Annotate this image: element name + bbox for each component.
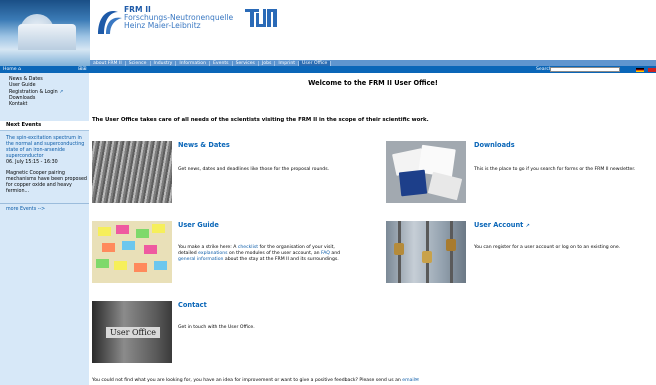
general-information-link[interactable]: general information [178,257,223,262]
search-input[interactable] [550,67,620,72]
contact-image[interactable]: User Office [92,301,172,363]
explanations-link[interactable]: explanations [198,251,227,256]
header: FRM II Forschungs-Neutronenquelle Heinz … [0,0,656,66]
user-account-heading-label: User Account [474,221,524,229]
home-icon: ⌂ [18,67,21,72]
user-guide-image[interactable] [92,221,172,283]
guide-text-5: and [329,251,341,257]
sitemap-icon[interactable]: ⊞⊞ [78,67,86,72]
guide-text-6: about the stay at the FRM II and its sur… [223,257,339,263]
flag-de-icon[interactable] [636,67,644,72]
guide-text-2: for the organisation of your visit, [258,245,335,250]
toolbar: Home ⌂ ⊞⊞ Search [0,66,656,73]
user-account-image[interactable] [386,221,466,283]
sidebar: News & Dates User Guide Registration & L… [0,73,89,385]
user-guide-heading[interactable]: User Guide [178,221,219,229]
main-content: Welcome to the FRM II User Office! The U… [90,73,656,385]
contact-text: Get in touch with the User Office. [178,325,255,330]
feedback-text: You could not find what you are looking … [92,378,419,383]
external-link-icon: ↗ [525,223,530,229]
guide-text-4: on the modules of the user account, an [227,251,322,257]
checklist-link[interactable]: checklist [238,245,258,250]
sidebar-item-kontakt[interactable]: Kontakt [9,102,89,108]
news-heading[interactable]: News & Dates [178,141,230,149]
downloads-text: This is the place to go if you search fo… [474,167,636,172]
user-account-heading[interactable]: User Account ↗ [474,221,530,229]
news-image[interactable] [92,141,172,203]
intro-text: The User Office takes care of all needs … [92,117,429,123]
user-guide-text: You make a strike here: A checklist for … [178,245,378,264]
event-link[interactable]: The spin-excitation spectrum in the norm… [6,136,84,159]
guide-text-3: detailed [178,251,199,257]
more-events-link[interactable]: more Events --> [0,203,89,212]
home-label: Home [3,67,17,72]
sidebar-item-registration-label: Registration & Login [9,89,58,95]
tum-logo[interactable] [245,9,277,27]
external-link-icon: ↗ [59,89,64,95]
logo-line3: Heinz Maier-Leibnitz [124,21,201,31]
event-date: 06. July 15:15 - 16:30 [6,160,58,166]
frm2-logo-icon [98,10,122,34]
home-link[interactable]: Home ⌂ [3,66,21,73]
email-link[interactable]: email [402,378,415,383]
contact-image-text: User Office [106,327,160,338]
contact-heading[interactable]: Contact [178,301,207,309]
event-item: Magnetic Cooper pairing mechanisms have … [0,166,89,195]
downloads-heading[interactable]: Downloads [474,141,515,149]
sidebar-nav: News & Dates User Guide Registration & L… [0,73,89,108]
event-item: The spin-excitation spectrum in the norm… [0,131,89,166]
guide-text-1: You make a strike here: A [178,245,238,250]
email-icon: ✉ [414,378,419,383]
event-text[interactable]: Magnetic Cooper pairing mechanisms have … [6,171,87,194]
frm2-building-photo [0,0,90,66]
flag-en-icon[interactable] [648,67,656,72]
page-title: Welcome to the FRM II User Office! [308,79,438,87]
events-heading: Next Events [0,121,89,132]
downloads-image[interactable] [386,141,466,203]
user-account-text: You can register for a user account or l… [474,245,621,250]
faq-link[interactable]: FAQ [321,251,330,256]
news-text: Get news, dates and deadlines like those… [178,167,330,172]
feedback-sentence: You could not find what you are looking … [92,378,403,383]
